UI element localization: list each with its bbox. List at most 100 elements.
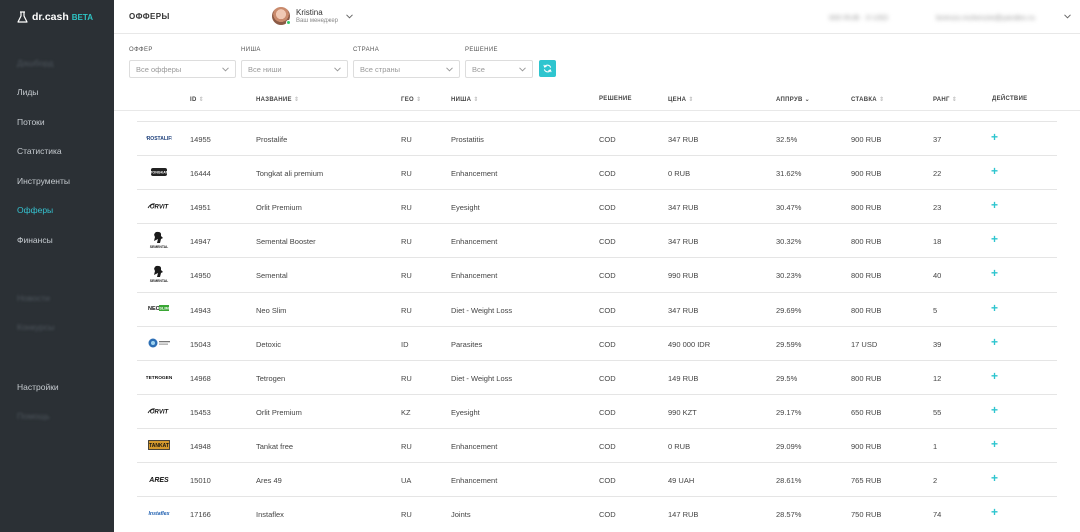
cell-rank: 5 xyxy=(933,305,938,315)
sidebar-item[interactable]: Статистика xyxy=(17,146,62,156)
cell-approve: 29.69% xyxy=(776,305,802,315)
offer-logo: ORVIT xyxy=(145,400,173,422)
add-offer-button[interactable]: + xyxy=(991,267,998,279)
sidebar-item[interactable]: Лиды xyxy=(17,87,38,97)
cell-price: 990 KZT xyxy=(668,407,697,417)
add-offer-button[interactable]: + xyxy=(991,370,998,382)
sidebar-item[interactable]: Помощь xyxy=(17,411,50,421)
column-header-price[interactable]: ЦЕНА ⇕ xyxy=(668,96,694,103)
svg-text:PROSTALIFE: PROSTALIFE xyxy=(146,136,172,142)
cell-name: Tongkat ali premium xyxy=(256,169,324,179)
filter-select-niche[interactable]: Все ниши xyxy=(241,60,348,78)
cell-id: 15043 xyxy=(190,339,211,349)
svg-text:SEMENTAL: SEMENTAL xyxy=(150,245,168,249)
sort-icon: ⇕ xyxy=(293,97,300,103)
table-row[interactable]: ORVIT 14951 Orlit Premium RU Eyesight COD 347 … xyxy=(137,189,1057,223)
sidebar-item[interactable]: Офферы xyxy=(17,205,53,215)
manager-name: Kristina xyxy=(296,7,323,17)
table-row[interactable]: TANKAT 14948 Tankat free RU Enhancement COD 0 … xyxy=(137,427,1057,462)
offer-logo: SEMENTAL xyxy=(145,229,173,251)
flask-icon xyxy=(17,11,28,23)
cell-name: Tankat free xyxy=(256,441,294,451)
cell-name: Instaflex xyxy=(256,510,284,520)
svg-text:SEMENTAL: SEMENTAL xyxy=(150,279,168,283)
sidebar-item[interactable]: Настройки xyxy=(17,382,59,392)
table-row[interactable]: 15043 Detoxic ID Parasites COD 490 000 IDR 29.… xyxy=(137,325,1057,360)
cell-price: 0 RUB xyxy=(668,441,691,451)
column-header-rank[interactable]: РАНГ ⇕ xyxy=(933,96,957,103)
column-header-geo[interactable]: ГЕО ⇕ xyxy=(401,96,421,103)
filter-placeholder: Все офферы xyxy=(136,64,182,74)
column-header-id[interactable]: ID ⇕ xyxy=(190,96,204,103)
sidebar-item[interactable]: Финансы xyxy=(17,235,53,245)
table-row[interactable]: SEMENTAL 14950 Semental RU Enhancement COD 990… xyxy=(137,257,1057,291)
column-header-approve[interactable]: АППРУВ ⌄ xyxy=(776,96,810,103)
brand-logo[interactable]: dr.cash BETA xyxy=(0,0,114,34)
filter-select-offer[interactable]: Все офферы xyxy=(129,60,236,78)
add-offer-button[interactable]: + xyxy=(991,438,998,450)
manager-role: Ваш менеджер xyxy=(296,17,338,24)
table-row[interactable]: ARES 15010 Ares 49 UA Enhancement COD 49 UAH 28… xyxy=(137,462,1057,496)
column-header-niche[interactable]: НИША ⇕ xyxy=(451,96,479,103)
cell-approve: 28.57% xyxy=(776,510,802,520)
cell-niche: Diet - Weight Loss xyxy=(451,373,513,383)
sidebar-item[interactable]: Потоки xyxy=(17,117,45,127)
cell-id: 14943 xyxy=(190,305,211,315)
table-row[interactable]: SEMENTAL 14947 Semental Booster RU Enhanceme… xyxy=(137,223,1057,257)
svg-text:SLIM: SLIM xyxy=(159,305,169,310)
add-offer-button[interactable]: + xyxy=(991,199,998,211)
cell-decision: COD xyxy=(599,203,616,213)
refresh-button[interactable] xyxy=(539,60,556,77)
cell-price: 990 RUB xyxy=(668,271,699,281)
add-offer-button[interactable]: + xyxy=(991,472,998,484)
topbar: ОФФЕРЫ Kristina Ваш менеджер 000 RUB · 0… xyxy=(114,0,1080,34)
cell-price: 347 RUB xyxy=(668,237,699,247)
filter-select-country[interactable]: Все страны xyxy=(353,60,460,78)
manager-dropdown[interactable]: Kristina Ваш менеджер xyxy=(272,7,353,25)
add-offer-button[interactable]: + xyxy=(991,165,998,177)
cell-name: Semental Booster xyxy=(256,237,316,247)
add-offer-button[interactable]: + xyxy=(991,506,998,518)
sort-icon: ⇕ xyxy=(473,97,479,103)
beta-badge: BETA xyxy=(71,12,93,22)
user-email[interactable]: lorenzo.mckenzie@yandex.ru xyxy=(936,13,1035,22)
chevron-down-icon[interactable] xyxy=(1064,14,1071,19)
table-row[interactable]: Instaflex 17166 Instaflex RU Joints COD 147 RU… xyxy=(137,496,1057,530)
cell-id: 15453 xyxy=(190,407,211,417)
sidebar-item[interactable]: Дашборд xyxy=(17,58,53,68)
table-row[interactable]: PROSTALIFE 14955 Prostalife RU Prostatitis CO… xyxy=(137,121,1057,155)
cell-geo: RU xyxy=(401,373,412,383)
cell-rank: 18 xyxy=(933,237,942,247)
table-row[interactable]: TETROGEN 14968 Tetrogen RU Diet - Weight Los… xyxy=(137,359,1057,394)
table-row[interactable]: ORVIT 15453 Orlit Premium KZ Eyesight COD 990 … xyxy=(137,393,1057,428)
svg-text:TONGKAT: TONGKAT xyxy=(150,171,168,175)
column-header-rate[interactable]: СТАВКА ⇕ xyxy=(851,96,884,103)
filter-select-decision[interactable]: Все xyxy=(465,60,533,78)
cell-rate: 765 RUB xyxy=(851,476,882,485)
cell-niche: Eyesight xyxy=(451,407,480,417)
cell-price: 347 RUB xyxy=(668,135,699,144)
svg-text:TANKAT: TANKAT xyxy=(149,443,169,449)
add-offer-button[interactable]: + xyxy=(991,404,998,416)
sidebar-item[interactable]: Инструменты xyxy=(17,176,70,186)
cell-name: Neo Slim xyxy=(256,305,287,315)
cell-rank: 23 xyxy=(933,203,942,213)
cell-price: 149 RUB xyxy=(668,373,699,383)
chevron-down-icon xyxy=(346,13,353,19)
column-header-name[interactable]: НАЗВАНИЕ ⇕ xyxy=(256,96,299,103)
column-header-action: ДЕЙСТВИЕ xyxy=(992,96,1028,102)
manager-info: Kristina Ваш менеджер xyxy=(296,8,338,25)
add-offer-button[interactable]: + xyxy=(991,336,998,348)
table-row[interactable]: NEO SLIM 14943 Neo Slim RU Diet - Weight Loss… xyxy=(137,291,1057,326)
sidebar-item[interactable]: Новости xyxy=(17,293,50,303)
cell-rank: 37 xyxy=(933,135,942,144)
sidebar-item[interactable]: Конкурсы xyxy=(17,322,54,332)
add-offer-button[interactable]: + xyxy=(991,131,998,143)
cell-rank: 40 xyxy=(933,271,942,281)
table-row[interactable]: TONGKAT 16444 Tongkat ali premium RU Enhance… xyxy=(137,155,1057,189)
chevron-down-icon xyxy=(446,67,453,72)
cell-niche: Diet - Weight Loss xyxy=(451,305,513,315)
add-offer-button[interactable]: + xyxy=(991,302,998,314)
cell-decision: COD xyxy=(599,441,616,451)
add-offer-button[interactable]: + xyxy=(991,233,998,245)
